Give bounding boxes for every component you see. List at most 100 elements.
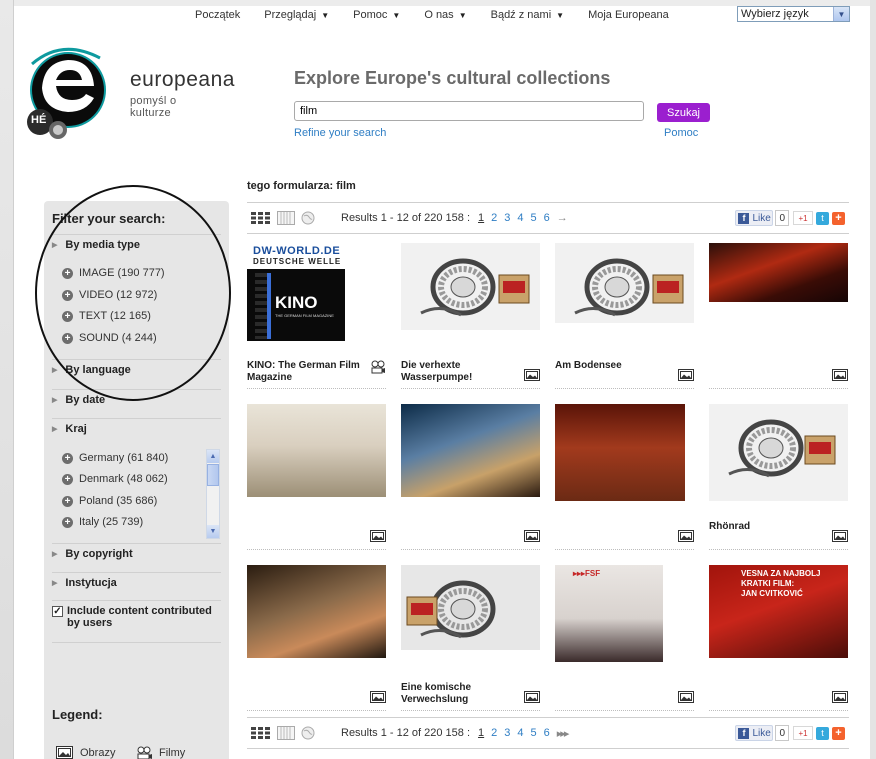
result-thumbnail[interactable]: ▸▸▸FSF xyxy=(555,565,663,662)
nav-my-europeana[interactable]: Moja Europeana xyxy=(588,9,669,21)
result-title[interactable]: Die verhexte Wasserpumpe! xyxy=(401,360,519,384)
google-plus-button[interactable]: +1 xyxy=(793,211,813,225)
page-link-3[interactable]: 3 xyxy=(504,212,510,224)
results-toolbar-top: Results 1 - 12 of 220 158 : 1 2 3 4 5 6 … xyxy=(247,202,849,234)
chevron-down-icon[interactable]: ▼ xyxy=(833,7,849,21)
nav-join[interactable]: Bądź z nami ▼ xyxy=(491,9,564,21)
image-type-icon xyxy=(370,691,386,704)
result-thumbnail[interactable] xyxy=(247,565,386,658)
timeline-view-icon[interactable] xyxy=(277,211,295,225)
page-link-1[interactable]: 1 xyxy=(478,212,484,224)
search-input[interactable] xyxy=(294,101,644,121)
filter-country[interactable]: ▶ Kraj xyxy=(52,423,87,435)
refine-search-link[interactable]: Refine your search xyxy=(294,127,386,139)
scroll-down-icon[interactable]: ▼ xyxy=(207,525,219,538)
chevron-down-icon: ▼ xyxy=(392,10,401,20)
result-card[interactable]: ▸▸▸FSF xyxy=(555,565,694,712)
result-card[interactable]: Rhönrad xyxy=(709,404,848,551)
country-option-poland[interactable]: + Poland (35 686) xyxy=(62,495,157,507)
result-card[interactable]: VESNA ZA NAJBOLJ KRATKI FILM: JAN CVITKOVI… xyxy=(709,565,848,712)
film-icon xyxy=(137,746,152,759)
nav-help[interactable]: Pomoc ▼ xyxy=(353,9,400,21)
scrollbar-thumb[interactable] xyxy=(207,464,219,486)
filter-media-type[interactable]: ▶ By media type xyxy=(52,239,140,251)
page-link-5[interactable]: 5 xyxy=(531,727,537,739)
facebook-like-button[interactable]: f Like xyxy=(735,725,774,741)
nav-about[interactable]: O nas ▼ xyxy=(424,9,466,21)
result-thumbnail[interactable] xyxy=(709,404,848,501)
result-thumbnail[interactable] xyxy=(555,404,685,501)
media-option-image[interactable]: + IMAGE (190 777) xyxy=(62,267,165,279)
page-link-5[interactable]: 5 xyxy=(531,212,537,224)
plus-circle-icon: + xyxy=(62,473,73,485)
thumb-logo-sub: THE GERMAN FILM MAGAZINE xyxy=(275,313,334,318)
filter-sidebar: Filter your search: ▶ By media type + IMAG… xyxy=(44,201,229,759)
include-users-checkbox[interactable]: ✓ Include content contributed by users xyxy=(52,605,224,629)
country-option-italy[interactable]: + Italy (25 739) xyxy=(62,516,143,528)
map-view-icon[interactable] xyxy=(301,211,315,225)
media-option-text[interactable]: + TEXT (12 165) xyxy=(62,310,151,322)
result-title[interactable]: Eine komische Verwechslung xyxy=(401,682,519,706)
result-card[interactable] xyxy=(709,243,848,390)
nav-browse[interactable]: Przeglądaj ▼ xyxy=(264,9,329,21)
result-card[interactable] xyxy=(247,404,386,551)
europeana-logo[interactable]: HÉ europeana pomyśl o kulturze xyxy=(22,44,234,144)
page-link-2[interactable]: 2 xyxy=(491,727,497,739)
country-list-scrollbar[interactable]: ▲ ▼ xyxy=(206,449,220,539)
result-thumbnail[interactable]: VESNA ZA NAJBOLJ KRATKI FILM: JAN CVITKOVI… xyxy=(709,565,848,658)
page-link-6[interactable]: 6 xyxy=(544,212,550,224)
divider xyxy=(52,642,221,643)
page-link-4[interactable]: 4 xyxy=(517,727,523,739)
filter-language[interactable]: ▶ By language xyxy=(52,364,131,376)
grid-view-icon[interactable] xyxy=(251,727,271,739)
result-card[interactable] xyxy=(401,404,540,551)
result-card[interactable]: Eine komische Verwechslung xyxy=(401,565,540,712)
next-page-arrow-icon[interactable]: → xyxy=(557,212,568,224)
result-thumbnail[interactable] xyxy=(247,404,386,497)
page-link-6[interactable]: 6 xyxy=(544,727,550,739)
scroll-up-icon[interactable]: ▲ xyxy=(207,450,219,463)
result-thumbnail[interactable] xyxy=(401,565,540,650)
result-card[interactable] xyxy=(555,404,694,551)
addthis-plus-icon[interactable]: + xyxy=(832,211,845,225)
page-link-2[interactable]: 2 xyxy=(491,212,497,224)
google-plus-button[interactable]: +1 xyxy=(793,726,813,740)
filter-date[interactable]: ▶ By date xyxy=(52,394,105,406)
result-title[interactable]: Am Bodensee xyxy=(555,360,673,372)
result-title[interactable]: KINO: The German Film Magazine xyxy=(247,360,365,384)
media-option-sound[interactable]: + SOUND (4 244) xyxy=(62,332,157,344)
nav-home[interactable]: Początek xyxy=(195,9,240,21)
page-link-3[interactable]: 3 xyxy=(504,727,510,739)
result-thumbnail[interactable] xyxy=(709,243,848,302)
page-link-4[interactable]: 4 xyxy=(517,212,523,224)
pagination: 1 2 3 4 5 6 xyxy=(478,727,557,739)
result-thumbnail[interactable] xyxy=(401,404,540,497)
result-card[interactable]: Am Bodensee xyxy=(555,243,694,390)
search-button[interactable]: Szukaj xyxy=(657,103,710,122)
language-select[interactable]: Wybierz język ▼ xyxy=(737,6,850,22)
facebook-like-button[interactable]: f Like xyxy=(735,210,774,226)
result-card[interactable]: DW-WORLD.DE DEUTSCHE WELLE KINO THE GERM… xyxy=(247,243,386,390)
filter-copyright[interactable]: ▶ By copyright xyxy=(52,548,133,560)
next-pages-arrows-icon[interactable]: ▸▸▸ xyxy=(557,727,570,740)
result-title[interactable]: Rhönrad xyxy=(709,521,827,533)
twitter-icon[interactable]: t xyxy=(816,211,829,225)
help-link[interactable]: Pomoc xyxy=(664,127,698,139)
grid-view-icon[interactable] xyxy=(251,212,271,224)
result-thumbnail[interactable] xyxy=(555,243,694,323)
twitter-icon[interactable]: t xyxy=(816,726,829,740)
page-link-1[interactable]: 1 xyxy=(478,727,484,739)
map-view-icon[interactable] xyxy=(301,726,315,740)
country-option-germany[interactable]: + Germany (61 840) xyxy=(62,452,168,464)
result-thumbnail[interactable]: DW-WORLD.DE DEUTSCHE WELLE KINO THE GERM… xyxy=(247,243,345,341)
checkmark-icon[interactable]: ✓ xyxy=(52,606,63,617)
result-card[interactable] xyxy=(247,565,386,712)
filter-institution[interactable]: ▶ Instytucja xyxy=(52,577,117,589)
media-option-video[interactable]: + VIDEO (12 972) xyxy=(62,289,157,301)
result-thumbnail[interactable] xyxy=(401,243,540,330)
timeline-view-icon[interactable] xyxy=(277,726,295,740)
result-card[interactable]: Die verhexte Wasserpumpe! xyxy=(401,243,540,390)
country-option-denmark[interactable]: + Denmark (48 062) xyxy=(62,473,168,485)
card-divider xyxy=(247,549,386,550)
addthis-plus-icon[interactable]: + xyxy=(832,726,845,740)
